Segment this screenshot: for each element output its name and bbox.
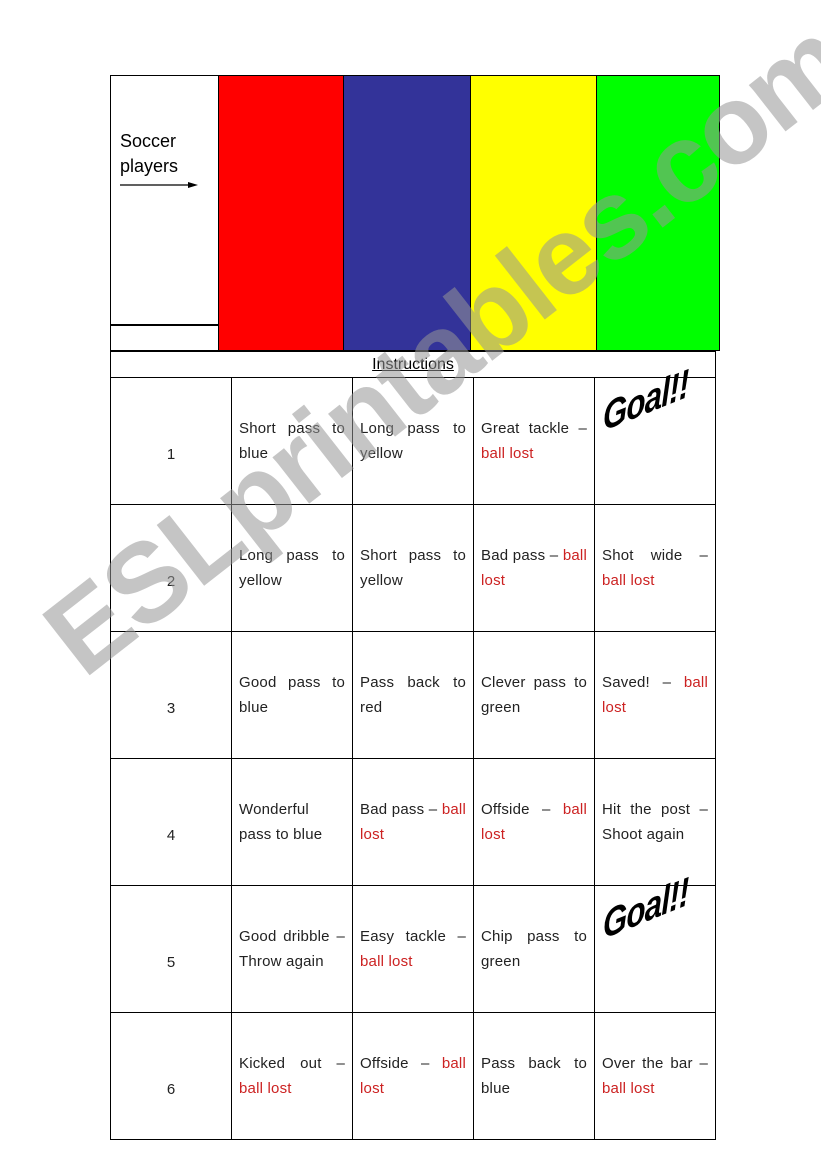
dice-number: 2 <box>110 504 232 632</box>
instruction-cell: Offside – ball lost <box>473 758 595 886</box>
instruction-cell: Over the bar – ball lost <box>594 1012 716 1140</box>
ball-lost-text: ball lost <box>239 1080 292 1097</box>
instruction-text: Hit the post – Shoot again <box>602 801 708 843</box>
instruction-text: Kicked out – <box>239 1055 345 1072</box>
instruction-text: Long pass to yellow <box>239 547 345 589</box>
player-red <box>218 75 344 351</box>
player-yellow <box>470 75 597 351</box>
instruction-cell: Chip pass to green <box>473 885 595 1013</box>
instruction-cell: Shot wide – ball lost <box>594 504 716 632</box>
instruction-text: Offside – <box>481 801 563 818</box>
goal-cell: Goal!! <box>594 361 716 505</box>
instruction-row: 6 Kicked out – ball lost Offside – ball lo… <box>110 1012 716 1140</box>
player-blue <box>343 75 471 351</box>
instruction-cell: Good dribble –Throw again <box>231 885 353 1013</box>
instruction-row: 1 Short pass to blue Long pass to yellow Gr… <box>110 361 716 505</box>
ball-lost-text: ball lost <box>602 572 655 589</box>
instruction-text: Offside – <box>360 1055 442 1072</box>
instruction-text: Over the bar – <box>602 1055 708 1072</box>
instruction-text: Short pass to blue <box>239 420 345 462</box>
instruction-text: Saved! – <box>602 674 684 691</box>
ball-lost-text: ball lost <box>481 445 534 462</box>
dice-number: 4 <box>110 758 232 886</box>
instruction-cell: Pass back to blue <box>473 1012 595 1140</box>
instructions-title: Instructions <box>110 351 716 378</box>
instructions-table: Instructions 1 Short pass to blue Long pas… <box>110 351 716 1140</box>
players-label-cell: Soccer players <box>110 75 218 325</box>
instruction-cell: Long pass to yellow <box>352 377 474 505</box>
instruction-cell: Kicked out – ball lost <box>231 1012 353 1140</box>
instruction-cell: Short pass to blue <box>231 377 353 505</box>
dice-number: 5 <box>110 885 232 1013</box>
instruction-cell: Hit the post – Shoot again <box>594 758 716 886</box>
soccer-players-label: Soccer players <box>120 131 179 176</box>
instruction-row: 4 Wonderful pass to blue Bad pass – ball l… <box>110 758 716 886</box>
ball-lost-text: ball lost <box>360 953 413 970</box>
instruction-text: Long pass to yellow <box>360 420 466 462</box>
players-label-lower-cell <box>110 325 218 351</box>
instruction-row: 5 Good dribble –Throw again Easy tackle – … <box>110 869 716 1013</box>
instruction-row: 2 Long pass to yellow Short pass to yellow… <box>110 504 716 632</box>
instruction-cell: Bad pass – ball lost <box>473 504 595 632</box>
instruction-text: Pass back to blue <box>481 1055 587 1097</box>
player-green <box>596 75 720 351</box>
instruction-text: Good dribble –Throw again <box>239 928 345 970</box>
instruction-text: Pass back to red <box>360 674 466 716</box>
instruction-text: Easy tackle – <box>360 928 466 945</box>
instruction-cell: Offside – ball lost <box>352 1012 474 1140</box>
instruction-text: Chip pass to green <box>481 928 587 970</box>
ball-lost-text: ball lost <box>602 1080 655 1097</box>
dice-number: 3 <box>110 631 232 759</box>
instruction-cell: Clever pass to green <box>473 631 595 759</box>
instruction-cell: Short pass to yellow <box>352 504 474 632</box>
instruction-cell: Good pass to blue <box>231 631 353 759</box>
instruction-cell: Saved! – ball lost <box>594 631 716 759</box>
instruction-text: Short pass to yellow <box>360 547 466 589</box>
dice-number: 1 <box>110 377 232 505</box>
players-header-block: Soccer players <box>110 75 720 352</box>
instruction-text: Good pass to blue <box>239 674 345 716</box>
instruction-cell: Pass back to red <box>352 631 474 759</box>
instruction-text: Wonderful pass to blue <box>239 801 323 843</box>
instruction-text: Bad pass – <box>481 547 563 564</box>
instruction-cell: Wonderful pass to blue <box>231 758 353 886</box>
dice-number: 6 <box>110 1012 232 1140</box>
instructions-rows: 1 Short pass to blue Long pass to yellow Gr… <box>110 361 716 1140</box>
instruction-text: Great tackle – <box>481 420 587 437</box>
instruction-row: 3 Good pass to blue Pass back to red Clever… <box>110 631 716 759</box>
instruction-text: Shot wide – <box>602 547 708 564</box>
instruction-cell: Easy tackle – ball lost <box>352 885 474 1013</box>
instruction-cell: Great tackle – ball lost <box>473 377 595 505</box>
instruction-cell: Long pass to yellow <box>231 504 353 632</box>
instruction-text: Clever pass to green <box>481 674 587 716</box>
instruction-cell: Bad pass – ball lost <box>352 758 474 886</box>
goal-cell: Goal!! <box>594 869 716 1013</box>
right-arrow-icon <box>120 182 198 188</box>
instruction-text: Bad pass – <box>360 801 442 818</box>
